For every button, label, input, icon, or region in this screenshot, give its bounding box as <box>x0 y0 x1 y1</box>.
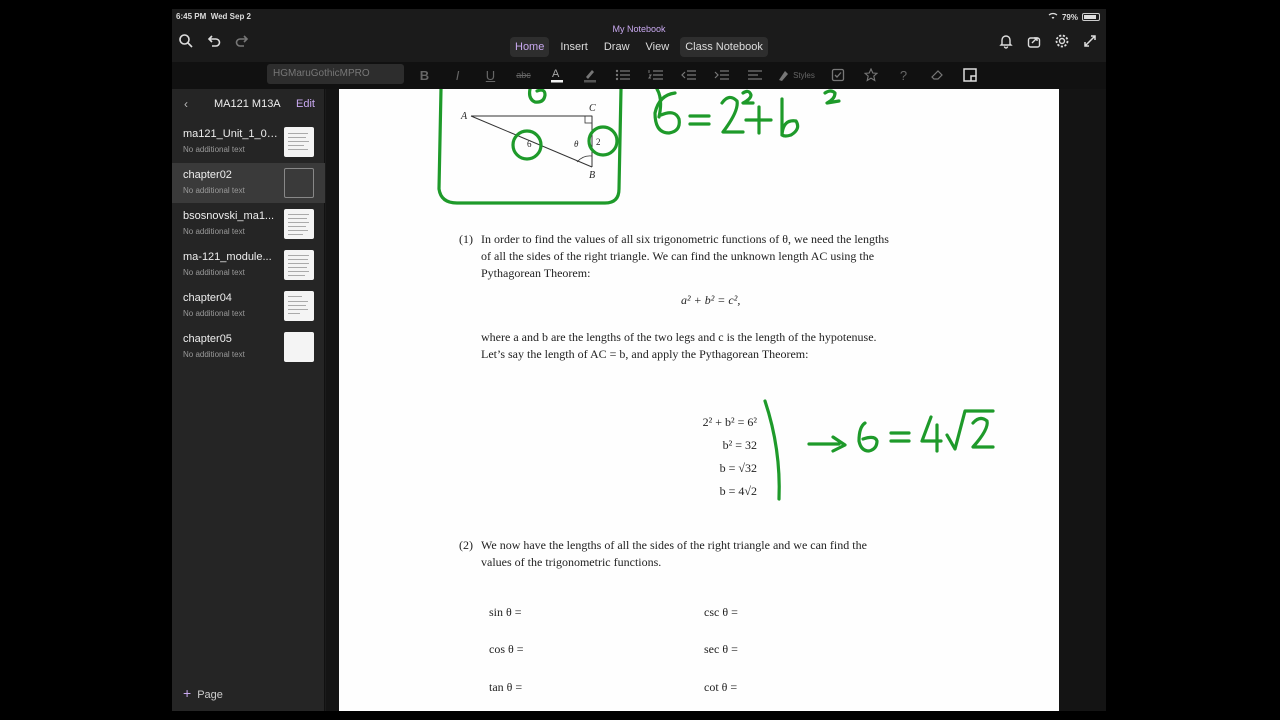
share-icon[interactable] <box>1026 33 1042 49</box>
page-thumbnail <box>284 332 314 362</box>
chevron-left-icon[interactable]: ‹ <box>184 97 188 111</box>
sec-label: sec θ = <box>704 642 738 656</box>
underline-button[interactable]: U <box>474 64 507 86</box>
notebook-title: My Notebook <box>612 24 666 34</box>
tab-home[interactable]: Home <box>510 37 550 57</box>
page-thumbnail <box>284 209 314 239</box>
styles-button[interactable]: Styles <box>771 64 821 86</box>
ribbon-tabs: Home Insert Draw View Class Notebook <box>510 37 768 57</box>
page-item[interactable]: bsosnovski_ma1... No additional text <box>172 204 325 244</box>
page-item[interactable]: chapter05 No additional text <box>172 327 325 367</box>
tan-label: tan θ = <box>489 680 523 694</box>
csc-label: csc θ = <box>704 605 738 619</box>
tab-draw[interactable]: Draw <box>599 37 635 57</box>
cos-label: cos θ = <box>489 642 524 656</box>
question-icon[interactable]: ? <box>887 64 920 86</box>
page-item[interactable]: chapter02 No additional text <box>172 163 325 203</box>
item-1-continued-text: where a and b are the lengths of the two… <box>481 330 877 361</box>
label-a: A <box>460 111 468 122</box>
app-toolbar: My Notebook Home Insert Draw View Class … <box>172 23 1106 63</box>
battery-percent: 79% <box>1061 12 1078 22</box>
bold-button[interactable]: B <box>408 64 441 86</box>
strikethrough-button[interactable]: abc <box>507 64 540 86</box>
item-1-text: In order to find the values of all six t… <box>481 232 889 280</box>
sin-label: sin θ = <box>489 605 522 619</box>
formatting-ribbon: HGMaruGothicMPRO B I U abc A Styles ? <box>172 62 1106 89</box>
align-icon[interactable] <box>738 64 771 86</box>
page-item[interactable]: ma121_Unit_1_08... No additional text <box>172 122 325 162</box>
redo-icon[interactable] <box>234 33 250 49</box>
page-thumbnail <box>284 250 314 280</box>
section-title: MA121 M13A <box>214 98 281 110</box>
edit-button[interactable]: Edit <box>296 98 315 110</box>
triangle-figure: A C B 6 2 θ <box>437 89 841 205</box>
handwritten-result <box>763 399 995 501</box>
handwritten-ink <box>437 89 841 205</box>
expand-icon[interactable] <box>1082 33 1098 49</box>
outdent-icon[interactable] <box>672 64 705 86</box>
star-icon[interactable] <box>854 64 887 86</box>
page-thumbnail <box>284 291 314 321</box>
pages-sidebar: ‹ MA121 M13A Edit ma121_Unit_1_08... No … <box>172 89 325 711</box>
tab-class-notebook[interactable]: Class Notebook <box>680 37 768 57</box>
font-name-input[interactable]: HGMaruGothicMPRO <box>267 64 404 84</box>
indent-icon[interactable] <box>705 64 738 86</box>
numbered-list-icon[interactable] <box>639 64 672 86</box>
page-thumbnail <box>284 168 314 198</box>
eraser-icon[interactable] <box>920 64 953 86</box>
bell-icon[interactable] <box>998 33 1014 49</box>
undo-icon[interactable] <box>206 33 222 49</box>
pythagorean-equation: a² + b² = c², <box>681 293 741 307</box>
search-icon[interactable] <box>178 33 194 49</box>
font-color-button[interactable]: A <box>540 64 573 86</box>
plus-icon: + <box>183 685 192 701</box>
page-thumbnail <box>284 127 314 157</box>
label-b: B <box>589 170 595 181</box>
item-1-number: (1) <box>459 232 473 246</box>
svg-text:A: A <box>552 68 560 80</box>
add-page-button[interactable]: + Page <box>183 685 223 701</box>
note-page[interactable]: A C B 6 2 θ (1) In order to find the val… <box>339 89 1059 711</box>
gear-icon[interactable] <box>1054 33 1070 49</box>
highlight-button[interactable] <box>573 64 606 86</box>
item-2-number: (2) <box>459 538 473 552</box>
page-item[interactable]: chapter04 No additional text <box>172 286 325 326</box>
page-item[interactable]: ma-121_module... No additional text <box>172 245 325 285</box>
battery-icon <box>1082 13 1100 21</box>
cot-label: cot θ = <box>704 680 738 694</box>
tab-view[interactable]: View <box>641 37 675 57</box>
label-side-2: 2 <box>596 137 601 147</box>
ipad-screen: 6:45 PM Wed Sep 2 79% My Notebook Home I… <box>172 9 1106 711</box>
wifi-icon <box>1048 12 1058 22</box>
label-theta: θ <box>574 139 579 149</box>
label-side-6: 6 <box>527 139 532 149</box>
status-time: 6:45 PM Wed Sep 2 <box>176 12 251 21</box>
bullet-list-icon[interactable] <box>606 64 639 86</box>
item-2-text: We now have the lengths of all the sides… <box>481 538 867 569</box>
sidebar-header: ‹ MA121 M13A Edit <box>172 89 325 119</box>
tab-insert[interactable]: Insert <box>555 37 593 57</box>
sticky-note-icon[interactable] <box>953 64 986 86</box>
label-c: C <box>589 103 596 114</box>
checkbox-icon[interactable] <box>821 64 854 86</box>
italic-button[interactable]: I <box>441 64 474 86</box>
